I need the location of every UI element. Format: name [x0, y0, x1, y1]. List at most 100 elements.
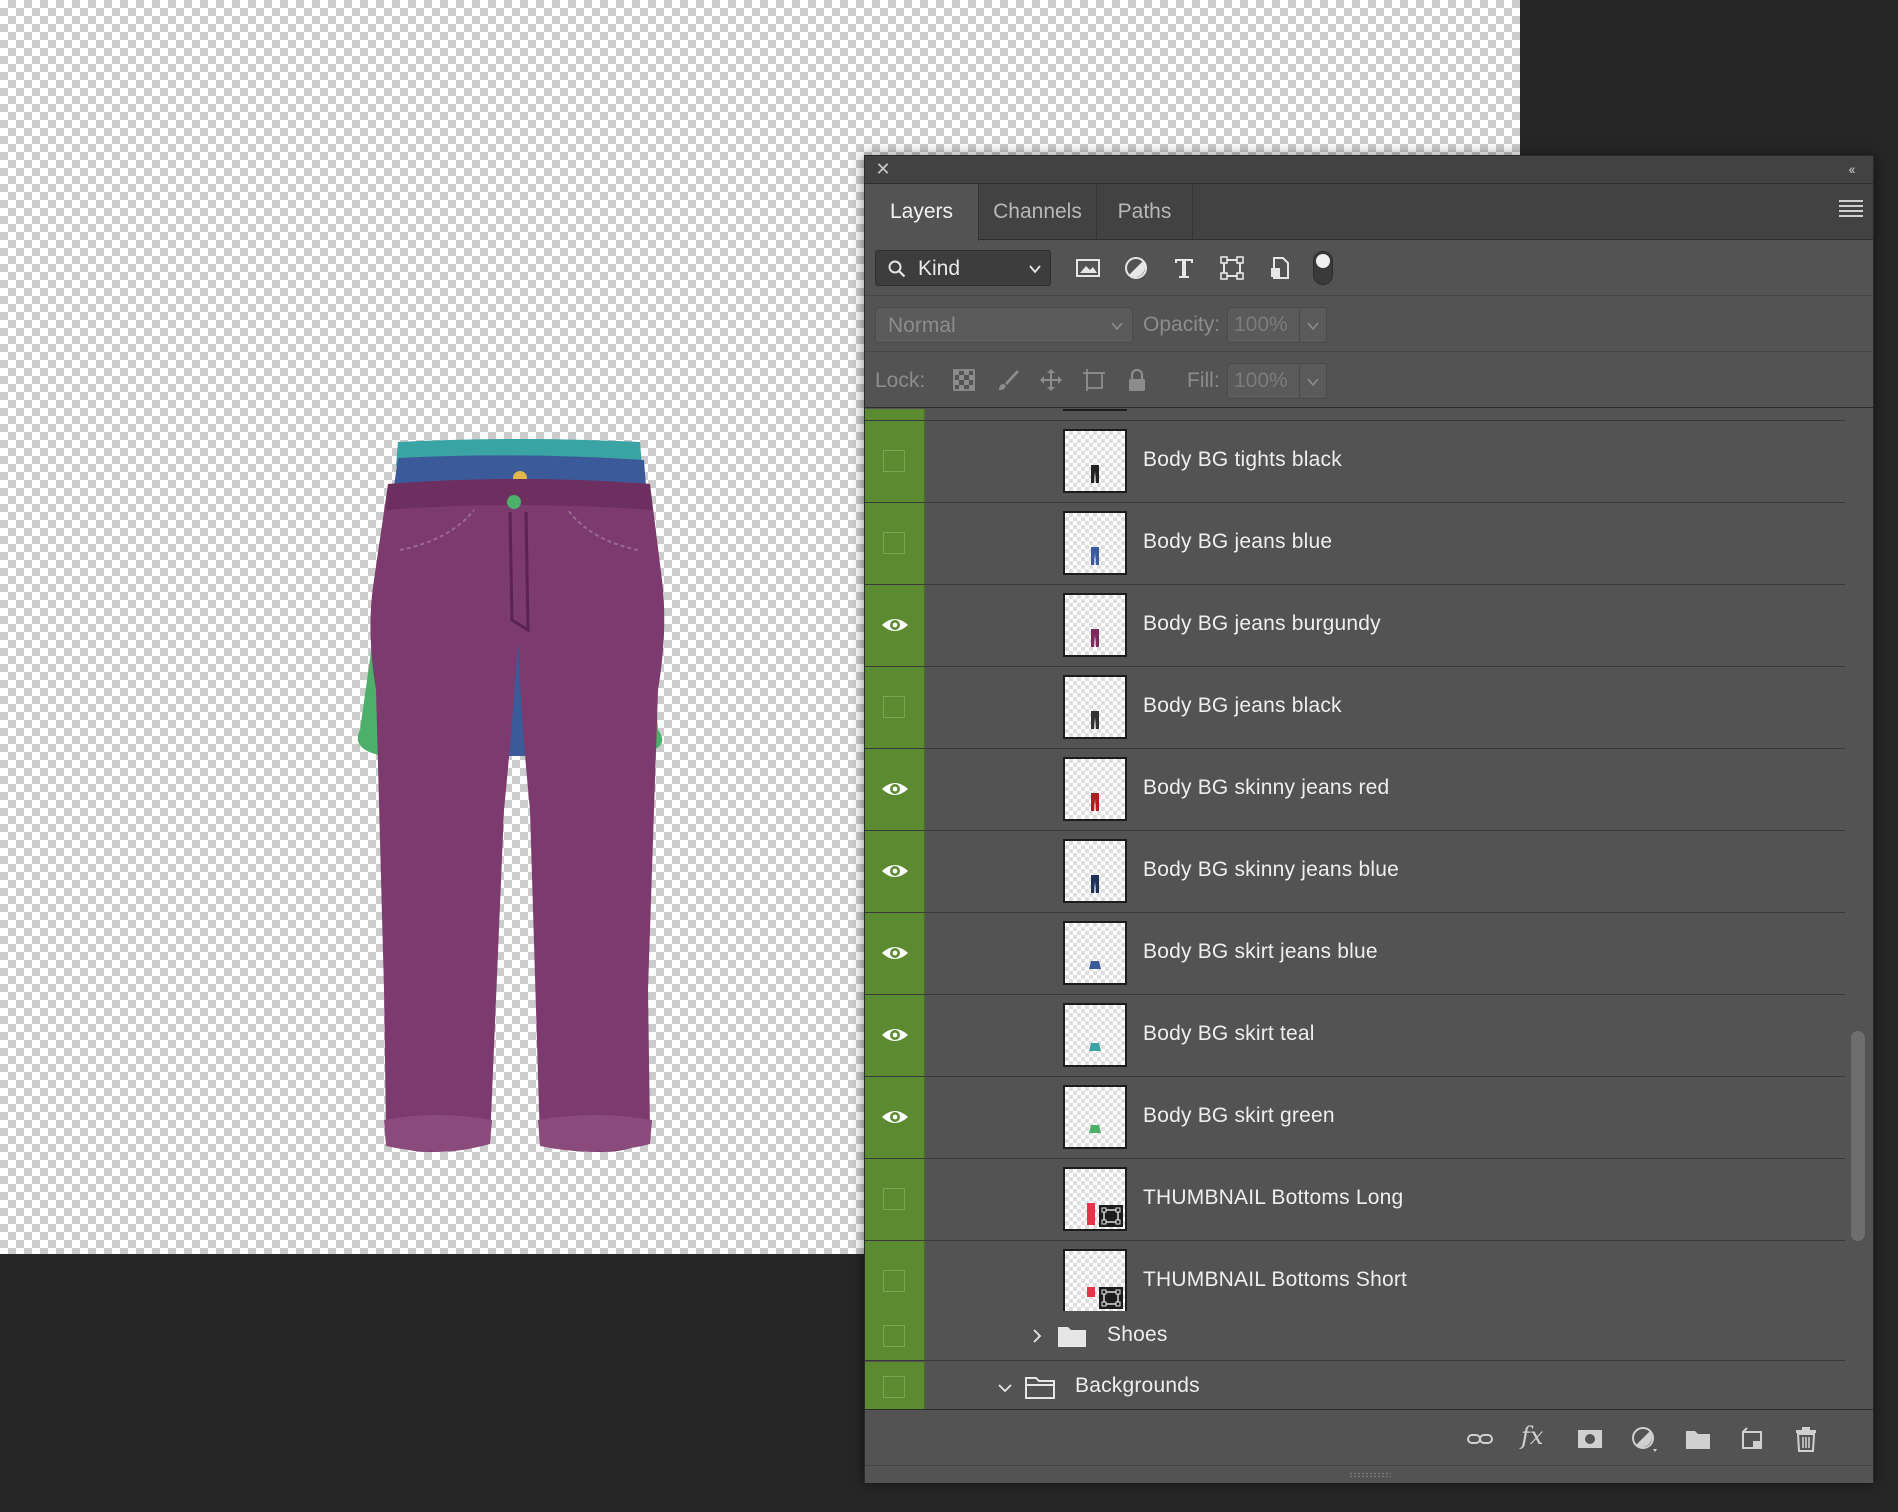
layer-thumbnail-image — [1091, 465, 1099, 483]
layer-row[interactable]: Body BG jeans burgundy — [865, 585, 1845, 667]
layer-name[interactable]: THUMBNAIL Bottoms Short — [1143, 1268, 1407, 1292]
adjustment-layer-icon[interactable] — [1629, 1424, 1659, 1454]
lock-position-icon[interactable] — [1038, 367, 1064, 393]
layer-row[interactable]: Body BG skinny jeans red — [865, 749, 1845, 831]
fill-input[interactable]: 100% — [1227, 363, 1301, 399]
layer-thumbnail[interactable] — [1063, 921, 1127, 985]
layer-thumbnail[interactable] — [1063, 511, 1127, 575]
smart-object-thumbnail-icon — [1087, 1203, 1123, 1227]
visibility-empty-box — [883, 1376, 905, 1398]
trash-icon[interactable] — [1791, 1424, 1821, 1454]
layer-group-shoes[interactable]: Shoes — [865, 1311, 1845, 1361]
layer-row[interactable]: Body BG jeans black — [865, 667, 1845, 749]
collapse-panel-button[interactable]: ‹‹ — [1839, 159, 1863, 179]
layer-row[interactable]: Body BG skirt jeans blue — [865, 913, 1845, 995]
group-name[interactable]: Shoes — [1107, 1323, 1168, 1347]
layer-name[interactable]: Body BG skinny jeans blue — [1143, 858, 1399, 882]
lock-artboard-icon[interactable] — [1081, 367, 1107, 393]
layer-name[interactable]: Body BG jeans black — [1143, 694, 1342, 718]
fill-dropdown[interactable] — [1299, 363, 1327, 399]
eye-icon — [882, 1111, 908, 1123]
visibility-toggle[interactable] — [865, 421, 925, 502]
visibility-toggle[interactable] — [865, 1241, 925, 1322]
scrollbar-thumb[interactable] — [1851, 1031, 1865, 1241]
layer-thumbnail[interactable] — [1063, 429, 1127, 493]
visibility-toggle[interactable] — [865, 1362, 925, 1409]
fx-icon[interactable]: fx — [1521, 1422, 1551, 1452]
blend-mode-select[interactable]: Normal — [875, 307, 1133, 343]
visibility-toggle[interactable] — [865, 1159, 925, 1240]
tab-channels[interactable]: Channels — [979, 184, 1097, 240]
lock-transparent-icon[interactable] — [951, 367, 977, 393]
eye-icon — [882, 947, 908, 959]
shape-filter-icon[interactable] — [1217, 253, 1247, 283]
type-filter-icon[interactable] — [1169, 253, 1199, 283]
new-layer-icon[interactable] — [1737, 1424, 1767, 1454]
new-group-icon[interactable] — [1683, 1424, 1713, 1454]
opacity-input[interactable]: 100% — [1227, 307, 1301, 343]
layer-thumbnail[interactable] — [1063, 839, 1127, 903]
filter-kind-label: Kind — [918, 257, 961, 280]
visibility-empty-box — [883, 532, 905, 554]
layer-row[interactable]: Body BG skinny jeans blue — [865, 831, 1845, 913]
opacity-dropdown[interactable] — [1299, 307, 1327, 343]
group-name[interactable]: Backgrounds — [1075, 1374, 1200, 1398]
layer-name[interactable]: Body BG skirt green — [1143, 1104, 1335, 1128]
visibility-toggle[interactable] — [865, 667, 925, 748]
adjustment-filter-icon[interactable] — [1121, 253, 1151, 283]
layer-thumbnail[interactable] — [1063, 1167, 1127, 1231]
tab-paths[interactable]: Paths — [1097, 184, 1193, 240]
visibility-toggle[interactable] — [865, 995, 925, 1076]
layer-name[interactable]: THUMBNAIL Bottoms Long — [1143, 1186, 1403, 1210]
layer-name[interactable]: Body BG skirt teal — [1143, 1022, 1315, 1046]
panel-menu-icon[interactable] — [1839, 200, 1863, 222]
panel-resize-grip[interactable] — [865, 1465, 1873, 1483]
add-mask-icon[interactable] — [1575, 1424, 1605, 1454]
layer-list-scrollbar[interactable] — [1845, 409, 1873, 1409]
layer-name[interactable]: Body BG skirt jeans blue — [1143, 940, 1378, 964]
visibility-empty-box — [883, 450, 905, 472]
layer-list[interactable]: Body BG tights black Body BG jeans blue … — [865, 409, 1845, 1409]
layer-row[interactable]: Body BG skirt green — [865, 1077, 1845, 1159]
visibility-toggle[interactable] — [865, 749, 925, 830]
visibility-toggle[interactable] — [865, 831, 925, 912]
visibility-toggle[interactable] — [865, 409, 925, 420]
filter-toggle-switch[interactable] — [1313, 251, 1333, 285]
layer-thumbnail[interactable] — [1063, 1085, 1127, 1149]
visibility-toggle[interactable] — [865, 1077, 925, 1158]
visibility-toggle[interactable] — [865, 1311, 925, 1360]
layer-thumbnail[interactable] — [1063, 1003, 1127, 1067]
panel-titlebar[interactable]: ✕ ‹‹ — [865, 156, 1873, 184]
layer-name[interactable]: Body BG jeans blue — [1143, 530, 1332, 554]
link-layers-icon[interactable] — [1465, 1424, 1495, 1454]
lock-pixels-icon[interactable] — [995, 367, 1021, 393]
layer-row[interactable]: Body BG jeans blue — [865, 503, 1845, 585]
layer-row-partial[interactable] — [865, 409, 1845, 421]
smart-object-filter-icon[interactable] — [1265, 253, 1295, 283]
chevron-down-icon[interactable] — [997, 1380, 1013, 1396]
chevron-right-icon[interactable] — [1029, 1328, 1045, 1344]
layer-name[interactable]: Body BG skinny jeans red — [1143, 776, 1389, 800]
layer-thumbnail[interactable] — [1063, 593, 1127, 657]
eye-icon — [882, 783, 908, 795]
chevron-down-icon — [1307, 378, 1319, 387]
visibility-toggle[interactable] — [865, 503, 925, 584]
layer-thumbnail[interactable] — [1063, 1249, 1127, 1313]
layer-row[interactable]: Body BG skirt teal — [865, 995, 1845, 1077]
close-panel-button[interactable]: ✕ — [873, 159, 893, 179]
layer-group-backgrounds[interactable]: Backgrounds — [865, 1362, 1845, 1409]
tab-layers[interactable]: Layers — [865, 184, 979, 241]
layer-row[interactable]: THUMBNAIL Bottoms Long — [865, 1159, 1845, 1241]
filter-kind-select[interactable]: Kind — [875, 250, 1051, 286]
layer-name[interactable]: Body BG jeans burgundy — [1143, 612, 1381, 636]
visibility-toggle[interactable] — [865, 913, 925, 994]
layer-thumbnail[interactable] — [1063, 675, 1127, 739]
layer-thumbnail-image — [1091, 711, 1099, 729]
layer-name[interactable]: Body BG tights black — [1143, 448, 1342, 472]
eye-icon — [882, 1029, 908, 1041]
lock-all-icon[interactable] — [1124, 367, 1150, 393]
pixel-filter-icon[interactable] — [1073, 253, 1103, 283]
layer-thumbnail[interactable] — [1063, 757, 1127, 821]
visibility-toggle[interactable] — [865, 585, 925, 666]
layer-row[interactable]: Body BG tights black — [865, 421, 1845, 503]
